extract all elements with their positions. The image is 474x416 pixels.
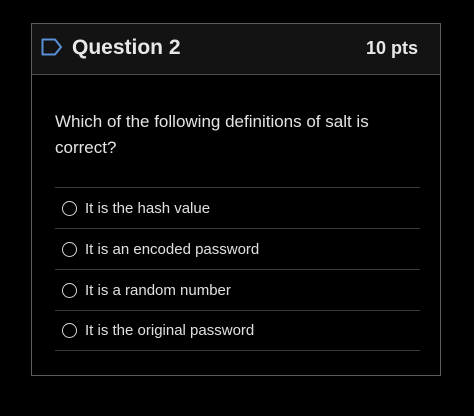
answer-option-3[interactable]: It is a random number xyxy=(55,269,420,310)
answer-option-1[interactable]: It is the hash value xyxy=(55,187,420,228)
question-points: 10 pts xyxy=(365,38,418,58)
answer-option-4[interactable]: It is the original password xyxy=(55,310,420,351)
radio-button[interactable] xyxy=(62,241,77,257)
radio-button[interactable] xyxy=(62,323,77,338)
question-prompt: Which of the following definitions of sa… xyxy=(55,112,369,157)
answer-option-2[interactable]: It is an encoded password xyxy=(55,228,420,269)
radio-button[interactable] xyxy=(62,282,77,298)
question-header: Question 2 10 pts xyxy=(32,24,440,75)
radio-button[interactable] xyxy=(62,200,77,216)
answer-label: It is an encoded password xyxy=(85,240,260,258)
question-title: Question 2 xyxy=(72,36,181,59)
question-card: Question 2 10 pts Which of the following… xyxy=(31,23,441,376)
answer-label: It is a random number xyxy=(85,281,231,299)
answer-label: It is the original password xyxy=(85,322,255,339)
flag-icon[interactable] xyxy=(41,38,63,56)
answer-label: It is the hash value xyxy=(85,199,211,217)
answer-list: It is the hash value It is an encoded pa… xyxy=(55,187,420,351)
